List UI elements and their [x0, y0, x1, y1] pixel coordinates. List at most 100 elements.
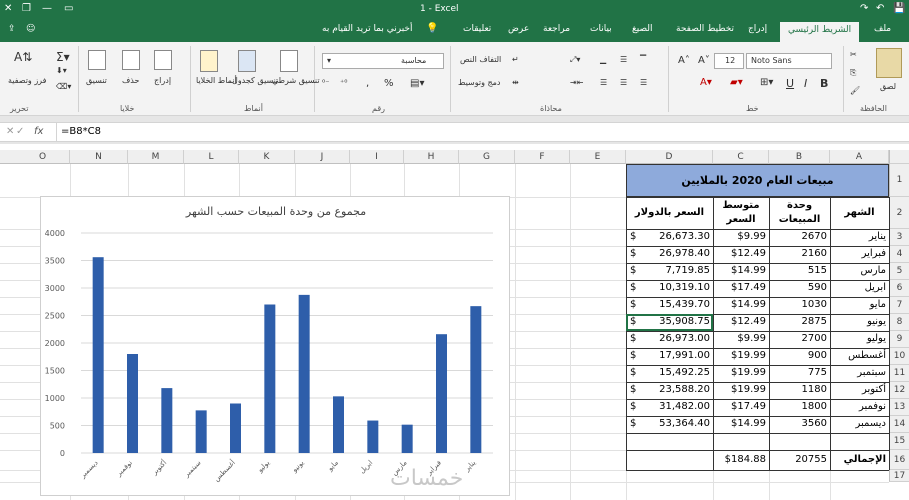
row-header[interactable]: 9: [889, 331, 909, 348]
column-header[interactable]: C: [713, 150, 769, 164]
column-header[interactable]: H: [404, 150, 459, 164]
header-month[interactable]: الشهر: [830, 197, 889, 229]
table-cell-currency[interactable]: $: [630, 263, 640, 279]
accounting-icon[interactable]: ▤▾: [410, 78, 424, 89]
font-color-icon[interactable]: A▾: [700, 77, 712, 88]
grow-font-icon[interactable]: A˄: [678, 55, 690, 66]
format-painter-icon[interactable]: 🖌: [850, 86, 860, 95]
tab-data[interactable]: بيانات: [590, 24, 612, 34]
table-cell-currency[interactable]: $: [630, 297, 640, 313]
row-header[interactable]: 17: [889, 470, 909, 482]
tab-view[interactable]: عرض: [508, 24, 529, 34]
italic-button[interactable]: I: [804, 77, 807, 90]
column-header[interactable]: L: [184, 150, 239, 164]
table-cell-units[interactable]: 775: [769, 365, 827, 381]
format-cells-icon[interactable]: [88, 50, 106, 70]
row-header[interactable]: 2: [889, 197, 909, 229]
table-cell-month[interactable]: أكتوبر: [830, 382, 886, 398]
align-right-icon[interactable]: ☰: [640, 78, 647, 87]
fx-icon[interactable]: fx: [34, 126, 43, 137]
table-cell-avg[interactable]: $12.49: [713, 314, 766, 330]
ribbon-display-icon[interactable]: ▭: [64, 3, 73, 14]
share-icon[interactable]: ⇪: [8, 24, 16, 34]
row-header[interactable]: 11: [889, 365, 909, 382]
cell-styles-icon[interactable]: [200, 50, 218, 72]
chart-bar[interactable]: [436, 334, 447, 453]
align-middle-icon[interactable]: ☰: [620, 55, 627, 64]
select-all-corner[interactable]: [889, 150, 909, 164]
chart-bar[interactable]: [470, 306, 482, 453]
table-cell-avg[interactable]: $12.49: [713, 246, 766, 262]
table-cell-currency[interactable]: $: [630, 348, 640, 364]
table-cell-month[interactable]: مارس: [830, 263, 886, 279]
row-header[interactable]: 3: [889, 229, 909, 246]
merge-center-button[interactable]: دمج وتوسيط: [458, 78, 501, 87]
comment-icon[interactable]: ☺: [26, 24, 35, 34]
total-units[interactable]: 20755: [769, 450, 827, 470]
tab-comments[interactable]: تعليقات: [463, 24, 491, 34]
table-cell-units[interactable]: 2875: [769, 314, 827, 330]
table-cell-avg[interactable]: $9.99: [713, 229, 766, 245]
enter-icon[interactable]: ✓: [16, 126, 24, 137]
table-cell-month[interactable]: نوفمبر: [830, 399, 886, 415]
tab-home[interactable]: الشريط الرئيسي: [780, 22, 860, 42]
tab-file[interactable]: ملف: [874, 24, 891, 34]
format-as-table-button[interactable]: تنسيق كجدول: [232, 76, 278, 85]
delete-cells-button[interactable]: حذف: [122, 76, 139, 85]
align-bottom-icon[interactable]: ▁: [600, 55, 606, 64]
tab-review[interactable]: مراجعة: [543, 24, 570, 34]
table-cell-usd[interactable]: 10,319.10: [640, 280, 710, 296]
table-cell-month[interactable]: مايو: [830, 297, 886, 313]
column-header[interactable]: O: [16, 150, 70, 164]
minimize-icon[interactable]: —: [42, 3, 52, 14]
row-header[interactable]: 13: [889, 399, 909, 416]
cancel-icon[interactable]: ✕: [6, 126, 14, 137]
table-cell-units[interactable]: 2160: [769, 246, 827, 262]
table-cell-units[interactable]: 900: [769, 348, 827, 364]
table-cell-units[interactable]: 2670: [769, 229, 827, 245]
table-cell-month[interactable]: يناير: [830, 229, 886, 245]
table-cell-month[interactable]: يوليو: [830, 331, 886, 347]
table-cell-usd[interactable]: 26,673.30: [640, 229, 710, 245]
table-cell-month[interactable]: أغسطس: [830, 348, 886, 364]
table-cell-usd[interactable]: 26,978.40: [640, 246, 710, 262]
chart-bar[interactable]: [230, 403, 241, 454]
table-cell-avg[interactable]: $14.99: [713, 297, 766, 313]
chart-bar[interactable]: [264, 304, 276, 454]
column-header[interactable]: A: [830, 150, 889, 164]
align-top-icon[interactable]: ▔: [640, 55, 646, 64]
save-icon[interactable]: 💾: [893, 3, 905, 14]
table-title-cell[interactable]: مبيعات العام 2020 بالملايين: [626, 164, 889, 197]
align-center-icon[interactable]: ☰: [620, 78, 627, 87]
table-cell-currency[interactable]: $: [630, 246, 640, 262]
table-cell-avg[interactable]: $17.49: [713, 280, 766, 296]
table-cell-usd[interactable]: 7,719.85: [640, 263, 710, 279]
comma-button[interactable]: ,: [366, 78, 369, 89]
row-header[interactable]: 14: [889, 416, 909, 433]
table-cell-currency[interactable]: $: [630, 399, 640, 415]
chart-bar[interactable]: [195, 410, 207, 453]
table-cell-units[interactable]: 1030: [769, 297, 827, 313]
table-cell-avg[interactable]: $14.99: [713, 263, 766, 279]
header-usd[interactable]: السعر بالدولار: [626, 197, 713, 229]
copy-icon[interactable]: ⎘: [850, 68, 856, 78]
table-cell-units[interactable]: 2700: [769, 331, 827, 347]
wrap-text-button[interactable]: التفاف النص: [460, 55, 501, 64]
chart-bar[interactable]: [161, 388, 173, 453]
conditional-format-button[interactable]: تنسيق شرطي: [272, 76, 320, 85]
font-size-select[interactable]: 12: [714, 53, 744, 69]
table-cell-month[interactable]: ديسمبر: [830, 416, 886, 432]
increase-decimal-icon[interactable]: ⁺⁰: [340, 78, 347, 87]
table-cell-avg[interactable]: $19.99: [713, 365, 766, 381]
chart-bar[interactable]: [367, 420, 379, 453]
indent-icon[interactable]: ⇥⇤: [570, 78, 583, 87]
row-header[interactable]: 7: [889, 297, 909, 314]
chart-bar[interactable]: [333, 396, 344, 453]
decrease-decimal-icon[interactable]: ⁰⁻: [322, 78, 329, 87]
table-cell-avg[interactable]: $19.99: [713, 382, 766, 398]
column-header[interactable]: E: [570, 150, 626, 164]
format-table-icon[interactable]: [238, 50, 256, 72]
cut-icon[interactable]: ✂: [850, 50, 857, 59]
table-cell-units[interactable]: 1800: [769, 399, 827, 415]
column-header[interactable]: M: [128, 150, 184, 164]
